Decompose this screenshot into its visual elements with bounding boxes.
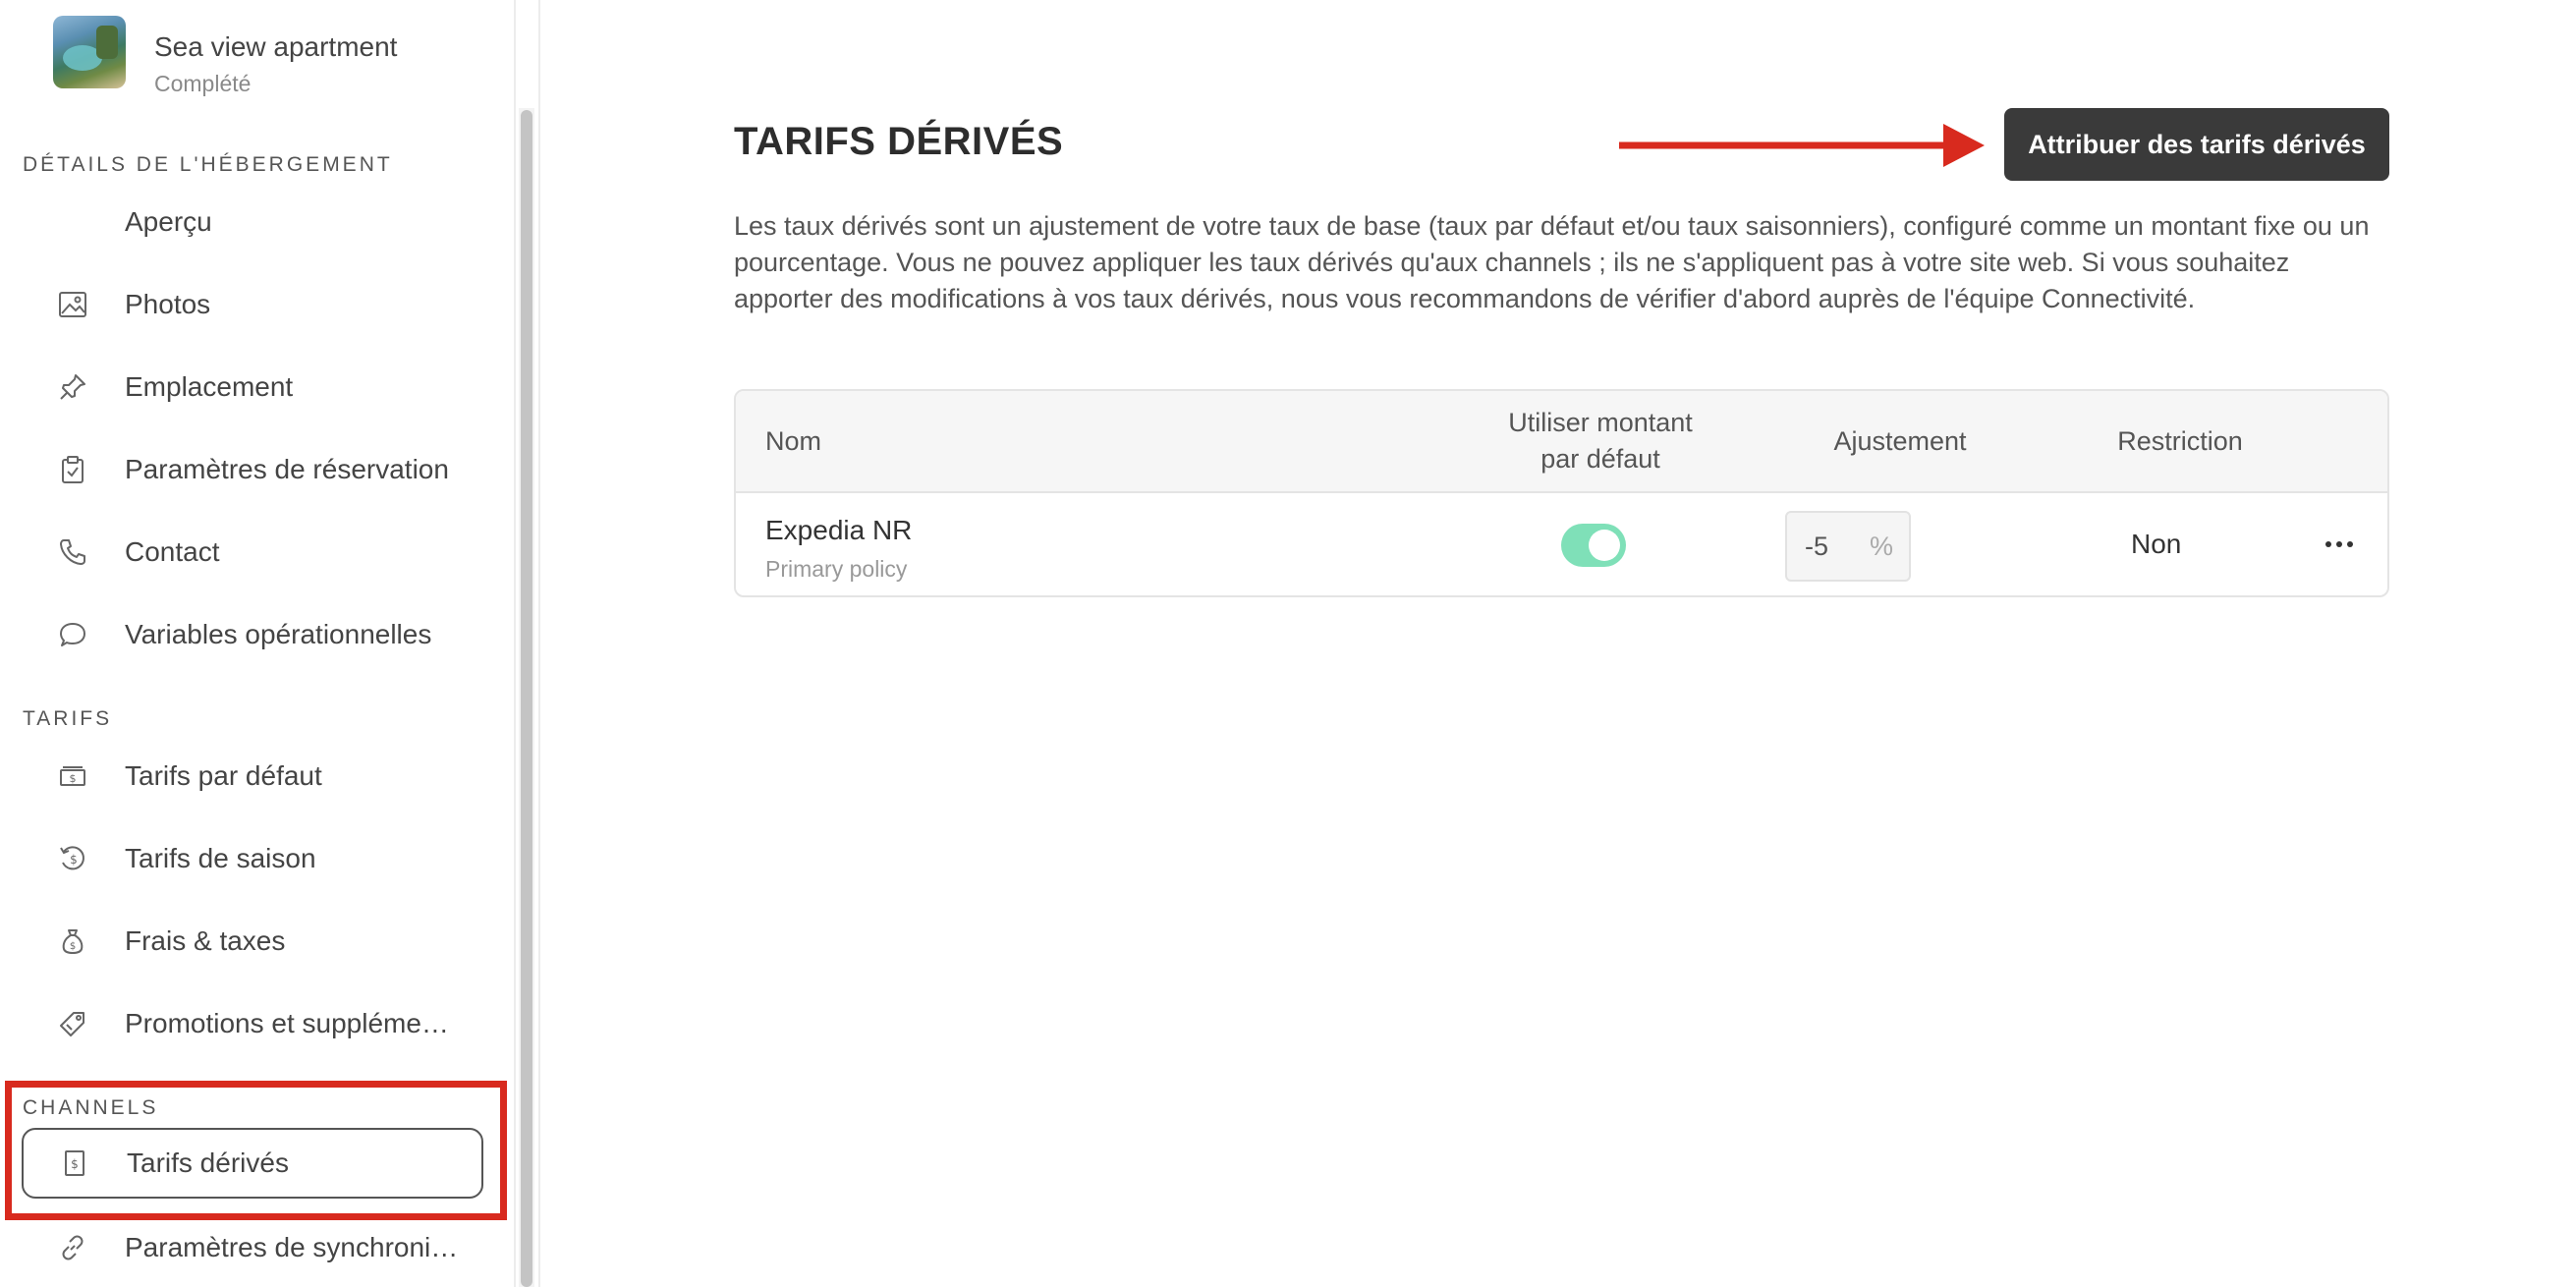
link-icon: [57, 1232, 88, 1263]
phone-icon: [57, 536, 88, 568]
tag-icon: [57, 1008, 88, 1039]
pin-icon: [57, 371, 88, 403]
sidebar-item-label: Contact: [125, 536, 220, 567]
sidebar-item-tarifs-defaut[interactable]: $ Tarifs par défaut: [22, 741, 483, 811]
column-header-name: Nom: [765, 426, 822, 456]
page-description: Les taux dérivés sont un ajustement de v…: [734, 211, 2370, 313]
sidebar-item-label: Tarifs de saison: [125, 843, 316, 873]
section-title-details: DÉTAILS DE L'HÉBERGEMENT: [23, 153, 393, 176]
property-status: Complété: [154, 71, 252, 96]
sidebar-item-label: Variables opérationnelles: [125, 619, 432, 649]
assign-derived-rates-button[interactable]: Attribuer des tarifs dérivés: [2004, 108, 2389, 181]
dollar-refresh-icon: $: [57, 843, 88, 874]
chat-bubble-icon: [57, 619, 88, 650]
sidebar-item-label: Promotions et suppléme…: [125, 1008, 449, 1038]
cash-icon: $: [57, 760, 88, 792]
column-header-adjustment: Ajustement: [1833, 426, 1967, 456]
adjustment-input[interactable]: -5 %: [1785, 511, 1911, 582]
sidebar-item-contact[interactable]: Contact: [22, 517, 483, 588]
column-header-default-amount: Utiliser montant par défaut: [1508, 408, 1693, 474]
sidebar-item-promotions[interactable]: Promotions et suppléme…: [22, 988, 483, 1059]
section-title-tarifs: TARIFS: [23, 707, 113, 730]
property-thumbnail: [53, 16, 126, 88]
svg-text:$: $: [70, 853, 78, 867]
restriction-value: Non: [2131, 529, 2182, 559]
sidebar-item-label: Emplacement: [125, 371, 294, 402]
property-header[interactable]: Sea view apartment Complété: [53, 14, 485, 96]
sidebar-item-label: Paramètres de synchroni…: [125, 1232, 459, 1262]
sidebar-item-parametres-synchronisation[interactable]: Paramètres de synchroni…: [22, 1212, 483, 1283]
sidebar-item-photos[interactable]: Photos: [22, 269, 483, 340]
image-icon: [57, 289, 88, 320]
sidebar-item-label: Aperçu: [125, 206, 212, 237]
annotation-arrow: [1619, 124, 1985, 167]
sidebar-item-label: Photos: [125, 289, 211, 319]
annotation-highlight-box: [5, 1081, 507, 1220]
adjustment-value: -5: [1805, 532, 1829, 561]
clipboard-check-icon: [57, 454, 88, 485]
sidebar-item-apercu[interactable]: Aperçu: [22, 187, 483, 257]
sidebar-item-variables[interactable]: Variables opérationnelles: [22, 599, 483, 670]
rate-policy: Primary policy: [765, 556, 908, 582]
table-row[interactable]: Expedia NR Primary policy -5 % Non: [736, 495, 2387, 595]
table-header: Nom Utiliser montant par défaut Ajusteme…: [736, 391, 2387, 493]
derived-rates-table: Nom Utiliser montant par défaut Ajusteme…: [734, 389, 2389, 597]
svg-text:$: $: [70, 941, 76, 952]
sidebar-scrollbar-thumb[interactable]: [521, 110, 532, 1287]
sidebar-item-parametres-reservation[interactable]: Paramètres de réservation: [22, 434, 483, 505]
more-options-icon[interactable]: [2320, 525, 2359, 564]
use-default-toggle[interactable]: [1561, 524, 1626, 567]
sidebar-item-tarifs-saison[interactable]: $ Tarifs de saison: [22, 823, 483, 894]
sidebar-item-label: Paramètres de réservation: [125, 454, 449, 484]
svg-text:$: $: [70, 772, 77, 785]
page-title: TARIFS DÉRIVÉS: [734, 120, 1064, 163]
property-name: Sea view apartment: [154, 31, 398, 62]
column-header-restriction: Restriction: [2117, 426, 2243, 456]
sidebar-item-frais-taxes[interactable]: $ Frais & taxes: [22, 906, 483, 977]
sidebar-item-label: Frais & taxes: [125, 925, 286, 956]
toggle-knob: [1589, 530, 1620, 561]
adjustment-unit: %: [1870, 532, 1894, 561]
money-bag-icon: $: [57, 925, 88, 957]
rate-name: Expedia NR: [765, 515, 913, 545]
sidebar-divider: [538, 0, 540, 1287]
sidebar-item-label: Tarifs par défaut: [125, 760, 322, 791]
sidebar-item-emplacement[interactable]: Emplacement: [22, 352, 483, 422]
